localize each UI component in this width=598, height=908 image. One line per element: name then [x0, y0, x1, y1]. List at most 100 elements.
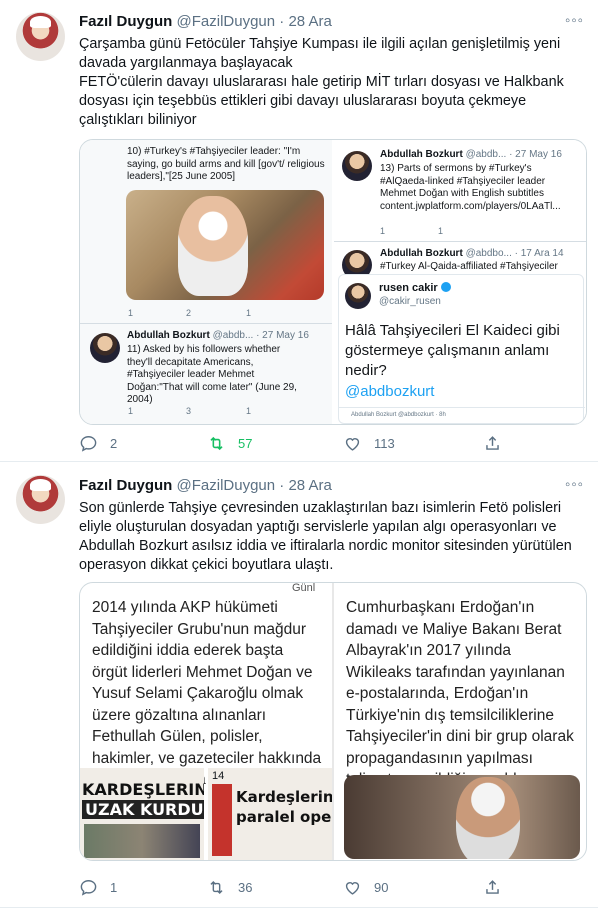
retweet-icon [210, 436, 223, 451]
avatar[interactable] [16, 475, 65, 524]
separator: · [279, 477, 285, 494]
tweet-text-line: Çarşamba günü Fetöcüler Tahşiye Kumpası … [79, 36, 561, 71]
retweet-count: 36 [238, 880, 253, 895]
reply-icon [80, 880, 97, 896]
tweet-text: Son günlerde Tahşiye çevresinden uzaklaş… [79, 500, 572, 573]
divider [339, 407, 585, 408]
like-count: 113 [374, 436, 395, 451]
tweet-text-line: FETÖ'cülerin davayı uluslararası hale ge… [79, 74, 564, 128]
quote-footer: Abdullah Bozkurt @abdbozkurt · 8h [351, 412, 446, 418]
reply-count: 2 [110, 436, 118, 451]
avatar[interactable] [16, 12, 65, 61]
share-button[interactable] [483, 434, 502, 453]
more-options-icon[interactable]: ◦◦◦ [565, 476, 584, 493]
like-button[interactable]: 113 [343, 434, 395, 453]
retweet-count: 3 [186, 406, 192, 416]
retweet-button[interactable]: 57 [207, 434, 252, 453]
heart-icon [345, 882, 360, 895]
retweet-button[interactable]: 36 [207, 878, 252, 897]
verified-badge-icon [440, 282, 451, 292]
quote-mention: @abdbozkurt [345, 383, 435, 400]
like-count: 1 [246, 308, 252, 318]
share-icon [486, 436, 499, 450]
avatar [90, 333, 120, 363]
embedded-reply-header: Abdullah Bozkurt @abdb... · 27 May 16 [127, 330, 327, 343]
quote-author-handle: @cakir_rusen [379, 296, 441, 307]
quote-card: rusen cakir @cakir_rusen Hâlâ Tahşiyecil… [338, 274, 585, 424]
tweet-text: Çarşamba günü Fetöcüler Tahşiye Kumpası … [79, 35, 584, 130]
news-text: Cumhurbaşkanı Erdoğan'ın damadı ve Maliy… [346, 599, 574, 788]
embedded-photo [344, 775, 580, 859]
avatar [345, 283, 371, 309]
embedded-screenshot-left: 10) #Turkey's #Tahşiyeciler leader: "I'm… [80, 140, 332, 424]
embedded-author-name: Abdullah Bozkurt [380, 149, 463, 160]
embedded-reply-header: Abdullah Bozkurt @abdb... · 27 May 16 [380, 149, 585, 162]
embedded-tweet-text: 10) #Turkey's #Tahşiyeciler leader: "I'm… [127, 146, 325, 182]
embedded-reply-text: #Turkey Al-Qaida-affiliated #Tahşiyecile… [380, 261, 558, 272]
separator: · [279, 13, 285, 30]
like-button[interactable]: 90 [343, 878, 388, 897]
author-name[interactable]: Fazıl Duygun [79, 477, 172, 494]
reply-count: 1 [110, 880, 118, 895]
tweet[interactable]: Fazıl Duygun @FazilDuygun · 28 Ara ◦◦◦ Ç… [0, 0, 598, 462]
portrait-shape [456, 777, 520, 859]
newspaper-photo [212, 784, 232, 856]
tweet-actions: 1 36 90 [79, 878, 519, 898]
embedded-author-name: Abdullah Bozkurt [380, 248, 463, 259]
newspaper-headline: UZAK KURDULAR [82, 800, 204, 819]
tweet-header: Fazıl Duygun @FazilDuygun · 28 Ara [79, 477, 332, 494]
tweet-date[interactable]: 28 Ara [288, 13, 331, 30]
tweet-header: Fazıl Duygun @FazilDuygun · 28 Ara [79, 13, 332, 30]
newspaper-photo [84, 824, 200, 858]
share-button[interactable] [483, 878, 502, 897]
author-handle[interactable]: @FazilDuygun [177, 477, 276, 494]
newspaper-headline: paralel opera [236, 808, 332, 826]
news-panel-right: Cumhurbaşkanı Erdoğan'ın damadı ve Maliy… [334, 583, 586, 860]
news-text: 2014 yılında AKP hükümeti Tahşiyeciler G… [92, 599, 322, 788]
divider [80, 323, 332, 324]
more-options-icon[interactable]: ◦◦◦ [565, 12, 584, 29]
reply-count: 1 [128, 308, 134, 318]
tweet-date[interactable]: 28 Ara [288, 477, 331, 494]
embedded-screenshot-right: Abdullah Bozkurt @abdb... · 27 May 16 13… [334, 140, 586, 424]
newspaper-page-number: 14 [212, 770, 225, 782]
reply-count: 1 [380, 226, 386, 236]
embedded-actions: 1 3 1 [128, 406, 318, 416]
embedded-actions: 1 1 [380, 226, 570, 236]
heart-icon [345, 438, 360, 451]
newspaper-clipping: KARDEŞLERINE BI UZAK KURDULAR [80, 768, 204, 860]
embedded-author-name: Abdullah Bozkurt [127, 330, 210, 341]
quote-name-text: rusen cakir [379, 282, 438, 294]
retweet-count: 57 [238, 436, 253, 451]
newspaper-headline: Kardeşlerine [236, 788, 332, 806]
like-count: 1 [246, 406, 252, 416]
divider [334, 241, 586, 242]
share-icon [486, 880, 499, 894]
reply-count: 1 [128, 406, 134, 416]
embedded-photo [126, 190, 324, 300]
embedded-author-meta: @abdbo... · 17 Ara 14 [465, 248, 564, 259]
tweet-media[interactable]: 2014 yılında AKP hükümeti Tahşiyeciler G… [79, 582, 587, 861]
embedded-author-meta: @abdb... · 27 May 16 [465, 149, 562, 160]
retweet-icon [210, 880, 223, 895]
tweet[interactable]: Fazıl Duygun @FazilDuygun · 28 Ara ◦◦◦ S… [0, 463, 598, 908]
quote-author-name: rusen cakir [379, 282, 451, 294]
newspaper-corner: Günl [292, 582, 316, 594]
embedded-reply-text: 13) Parts of sermons by #Turkey's #AlQae… [380, 163, 561, 212]
reply-button[interactable]: 2 [79, 434, 117, 453]
embedded-author-meta: @abdb... · 27 May 16 [212, 330, 309, 341]
retweet-count: 2 [186, 308, 192, 318]
embedded-reply-text: 11) Asked by his followers whether they'… [127, 344, 297, 405]
quote-text: Hâlâ Tahşiyecileri El Kaideci gibi göste… [345, 322, 560, 379]
author-handle[interactable]: @FazilDuygun [177, 13, 276, 30]
tweet-actions: 2 57 113 [79, 434, 519, 454]
tweet-media[interactable]: 10) #Turkey's #Tahşiyeciler leader: "I'm… [79, 139, 587, 425]
like-count: 90 [374, 880, 389, 895]
avatar [342, 151, 372, 181]
reply-icon [80, 436, 97, 452]
newspaper-headline: KARDEŞLERINE BI [82, 780, 204, 799]
newspaper-clipping: 14 Kardeşlerine paralel opera [208, 768, 332, 860]
author-name[interactable]: Fazıl Duygun [79, 13, 172, 30]
reply-button[interactable]: 1 [79, 878, 117, 897]
portrait-shape [178, 196, 248, 296]
